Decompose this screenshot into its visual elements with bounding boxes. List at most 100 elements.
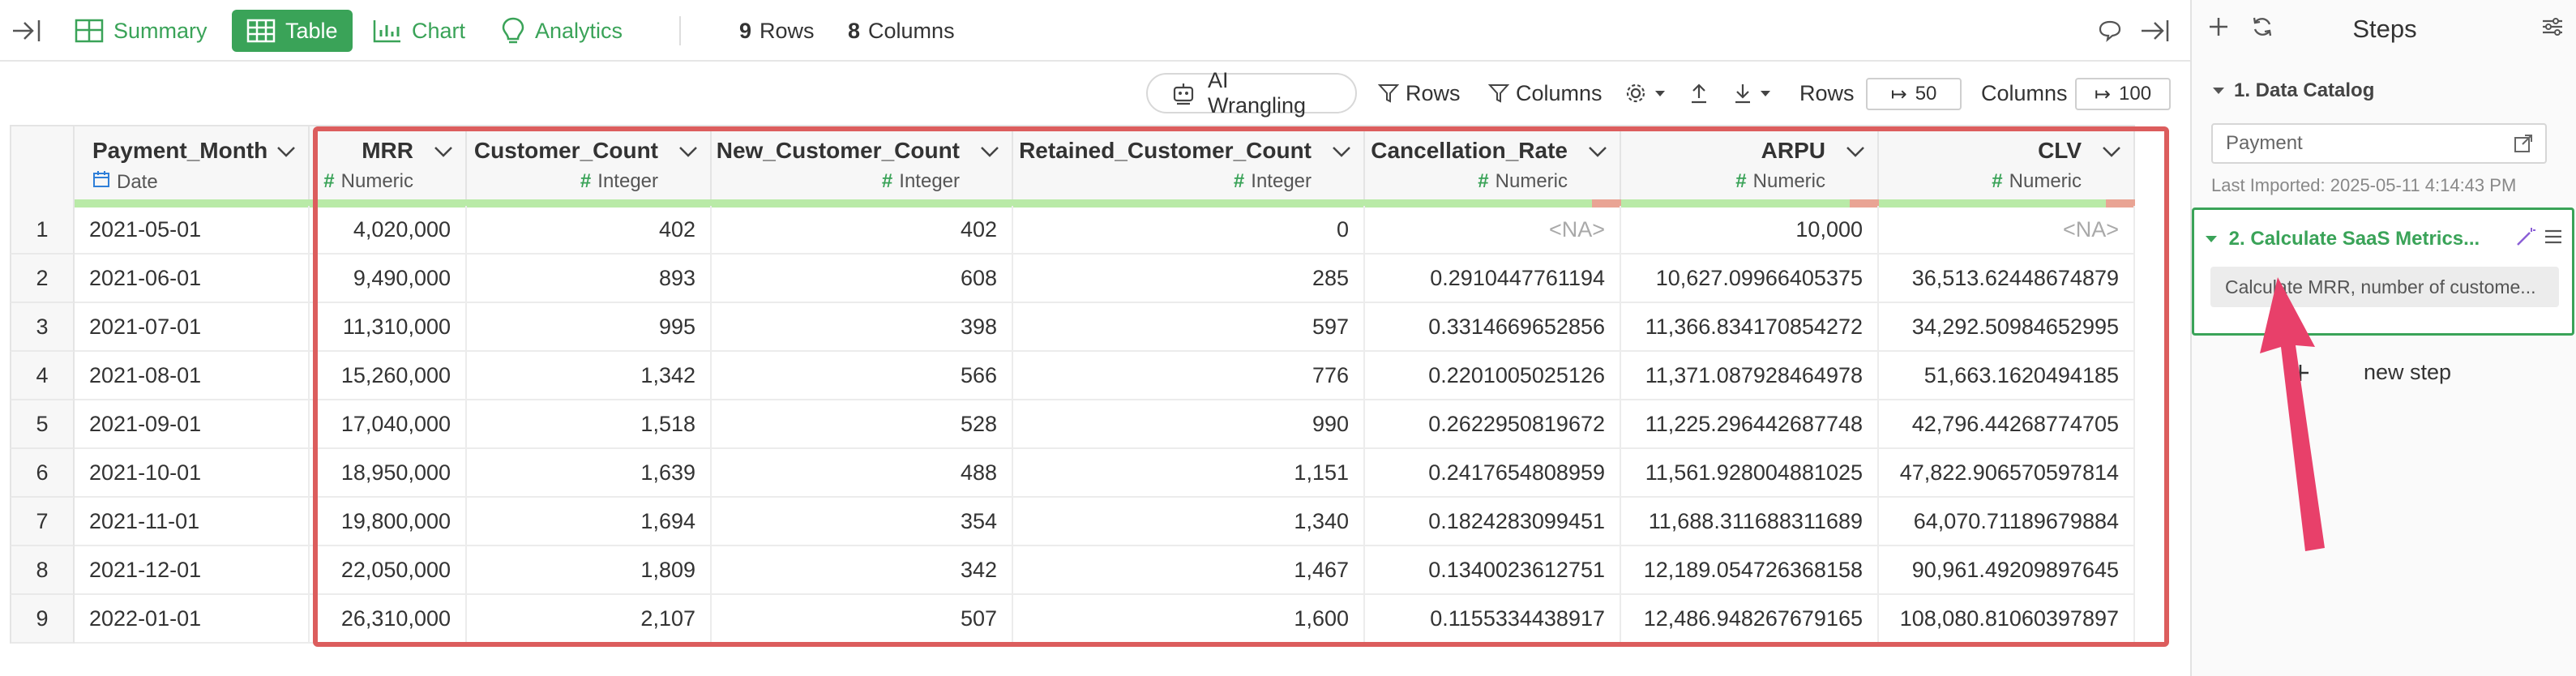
table-cell[interactable]: 398	[712, 303, 1013, 352]
column-header[interactable]: Payment_Month Date	[75, 125, 310, 208]
download-dropdown[interactable]	[1733, 73, 1778, 113]
chevron-down-icon[interactable]	[276, 144, 297, 159]
chevron-down-icon[interactable]	[678, 144, 699, 159]
table-cell[interactable]: 15,260,000	[310, 352, 467, 400]
table-cell[interactable]: 528	[712, 400, 1013, 449]
column-header[interactable]: New_Customer_Count # Integer	[712, 125, 1013, 208]
table-cell[interactable]: 11,371.087928464978	[1621, 352, 1879, 400]
table-cell[interactable]: 608	[712, 255, 1013, 303]
table-cell[interactable]: 11,688.311688311689	[1621, 498, 1879, 546]
table-cell[interactable]: 2021-05-01	[75, 206, 310, 255]
chevron-down-icon[interactable]	[2101, 144, 2122, 159]
table-cell[interactable]: 566	[712, 352, 1013, 400]
table-cell[interactable]: 990	[1013, 400, 1365, 449]
rows-limit-input[interactable]: ↦ 50	[1866, 78, 1962, 110]
step-calculate-saas-title[interactable]: 2. Calculate SaaS Metrics...	[2204, 228, 2480, 250]
tab-table[interactable]: Table	[232, 10, 353, 52]
table-cell[interactable]: 488	[712, 449, 1013, 498]
column-header[interactable]: Cancellation_Rate # Numeric	[1365, 125, 1621, 208]
table-cell[interactable]: 2022-01-01	[75, 595, 310, 644]
table-cell[interactable]: 47,822.906570597814	[1879, 449, 2135, 498]
rows-filter-button[interactable]: Rows	[1378, 73, 1461, 113]
collapse-left-icon[interactable]	[11, 10, 52, 52]
table-cell[interactable]: 0.1340023612751	[1365, 546, 1621, 595]
table-cell[interactable]: 2021-07-01	[75, 303, 310, 352]
table-cell[interactable]: 0.2910447761194	[1365, 255, 1621, 303]
table-cell[interactable]: 19,800,000	[310, 498, 467, 546]
table-cell[interactable]: 9,490,000	[310, 255, 467, 303]
columns-filter-button[interactable]: Columns	[1488, 73, 1603, 113]
table-cell[interactable]: 51,663.1620494185	[1879, 352, 2135, 400]
table-cell[interactable]: 18,950,000	[310, 449, 467, 498]
table-cell[interactable]: 10,000	[1621, 206, 1879, 255]
table-cell[interactable]: 4,020,000	[310, 206, 467, 255]
chevron-down-icon[interactable]	[1331, 144, 1352, 159]
table-cell[interactable]: 1,342	[467, 352, 712, 400]
table-cell[interactable]: 893	[467, 255, 712, 303]
ai-wrangling-button[interactable]: AI Wrangling	[1146, 68, 1357, 118]
chevron-down-icon[interactable]	[1845, 144, 1866, 159]
table-cell[interactable]: 64,070.71189679884	[1879, 498, 2135, 546]
table-cell[interactable]: 12,486.948267679165	[1621, 595, 1879, 644]
table-cell[interactable]: 11,225.296442687748	[1621, 400, 1879, 449]
table-cell[interactable]: 2021-09-01	[75, 400, 310, 449]
column-header[interactable]: Customer_Count # Integer	[467, 125, 712, 208]
table-cell[interactable]: 2,107	[467, 595, 712, 644]
table-cell[interactable]: 0	[1013, 206, 1365, 255]
table-cell[interactable]: 995	[467, 303, 712, 352]
table-cell[interactable]: 11,366.834170854272	[1621, 303, 1879, 352]
table-cell[interactable]: 0.3314669652856	[1365, 303, 1621, 352]
table-cell[interactable]: 1,518	[467, 400, 712, 449]
table-cell[interactable]: 17,040,000	[310, 400, 467, 449]
table-cell[interactable]: 1,467	[1013, 546, 1365, 595]
table-cell[interactable]: 2021-10-01	[75, 449, 310, 498]
table-cell[interactable]: 402	[467, 206, 712, 255]
table-cell[interactable]: 12,189.054726368158	[1621, 546, 1879, 595]
table-cell[interactable]: 34,292.50984652995	[1879, 303, 2135, 352]
table-cell[interactable]: <NA>	[1365, 206, 1621, 255]
step-data-catalog[interactable]: 1. Data Catalog	[2211, 79, 2374, 102]
table-cell[interactable]: 2021-11-01	[75, 498, 310, 546]
table-cell[interactable]: 0.2622950819672	[1365, 400, 1621, 449]
column-header[interactable]: CLV # Numeric	[1879, 125, 2135, 208]
tab-chart[interactable]: Chart	[373, 10, 465, 52]
table-cell[interactable]: 354	[712, 498, 1013, 546]
table-cell[interactable]: 0.2417654808959	[1365, 449, 1621, 498]
table-cell[interactable]: 36,513.62448674879	[1879, 255, 2135, 303]
sliders-icon[interactable]	[2540, 15, 2565, 43]
table-cell[interactable]: 507	[712, 595, 1013, 644]
table-cell[interactable]: 1,639	[467, 449, 712, 498]
table-cell[interactable]: 2021-08-01	[75, 352, 310, 400]
settings-dropdown[interactable]	[1624, 73, 1673, 113]
columns-limit-input[interactable]: ↦ 100	[2075, 78, 2171, 110]
collapse-right-icon[interactable]	[2140, 10, 2180, 52]
table-cell[interactable]: 776	[1013, 352, 1365, 400]
table-cell[interactable]: 42,796.44268774705	[1879, 400, 2135, 449]
table-cell[interactable]: 108,080.81060397897	[1879, 595, 2135, 644]
table-cell[interactable]: 2021-12-01	[75, 546, 310, 595]
table-cell[interactable]: 11,310,000	[310, 303, 467, 352]
table-cell[interactable]: 26,310,000	[310, 595, 467, 644]
table-cell[interactable]: 10,627.09966405375	[1621, 255, 1879, 303]
table-cell[interactable]: 90,961.49209897645	[1879, 546, 2135, 595]
table-cell[interactable]: 2021-06-01	[75, 255, 310, 303]
chevron-down-icon[interactable]	[1587, 144, 1608, 159]
table-cell[interactable]: 11,561.928004881025	[1621, 449, 1879, 498]
tab-summary[interactable]: Summary	[75, 10, 208, 52]
table-cell[interactable]: <NA>	[1879, 206, 2135, 255]
table-cell[interactable]: 402	[712, 206, 1013, 255]
column-header[interactable]: MRR # Numeric	[310, 125, 467, 208]
menu-icon[interactable]	[2543, 226, 2564, 247]
tab-analytics[interactable]: Analytics	[501, 10, 623, 52]
table-cell[interactable]: 0.1824283099451	[1365, 498, 1621, 546]
comment-icon[interactable]	[2098, 10, 2132, 52]
chevron-down-icon[interactable]	[433, 144, 454, 159]
chevron-down-icon[interactable]	[979, 144, 1000, 159]
column-header[interactable]: ARPU # Numeric	[1621, 125, 1879, 208]
data-source-field[interactable]: Payment	[2211, 123, 2547, 164]
table-cell[interactable]: 1,694	[467, 498, 712, 546]
table-cell[interactable]: 22,050,000	[310, 546, 467, 595]
table-cell[interactable]: 342	[712, 546, 1013, 595]
table-cell[interactable]: 1,600	[1013, 595, 1365, 644]
table-cell[interactable]: 1,340	[1013, 498, 1365, 546]
